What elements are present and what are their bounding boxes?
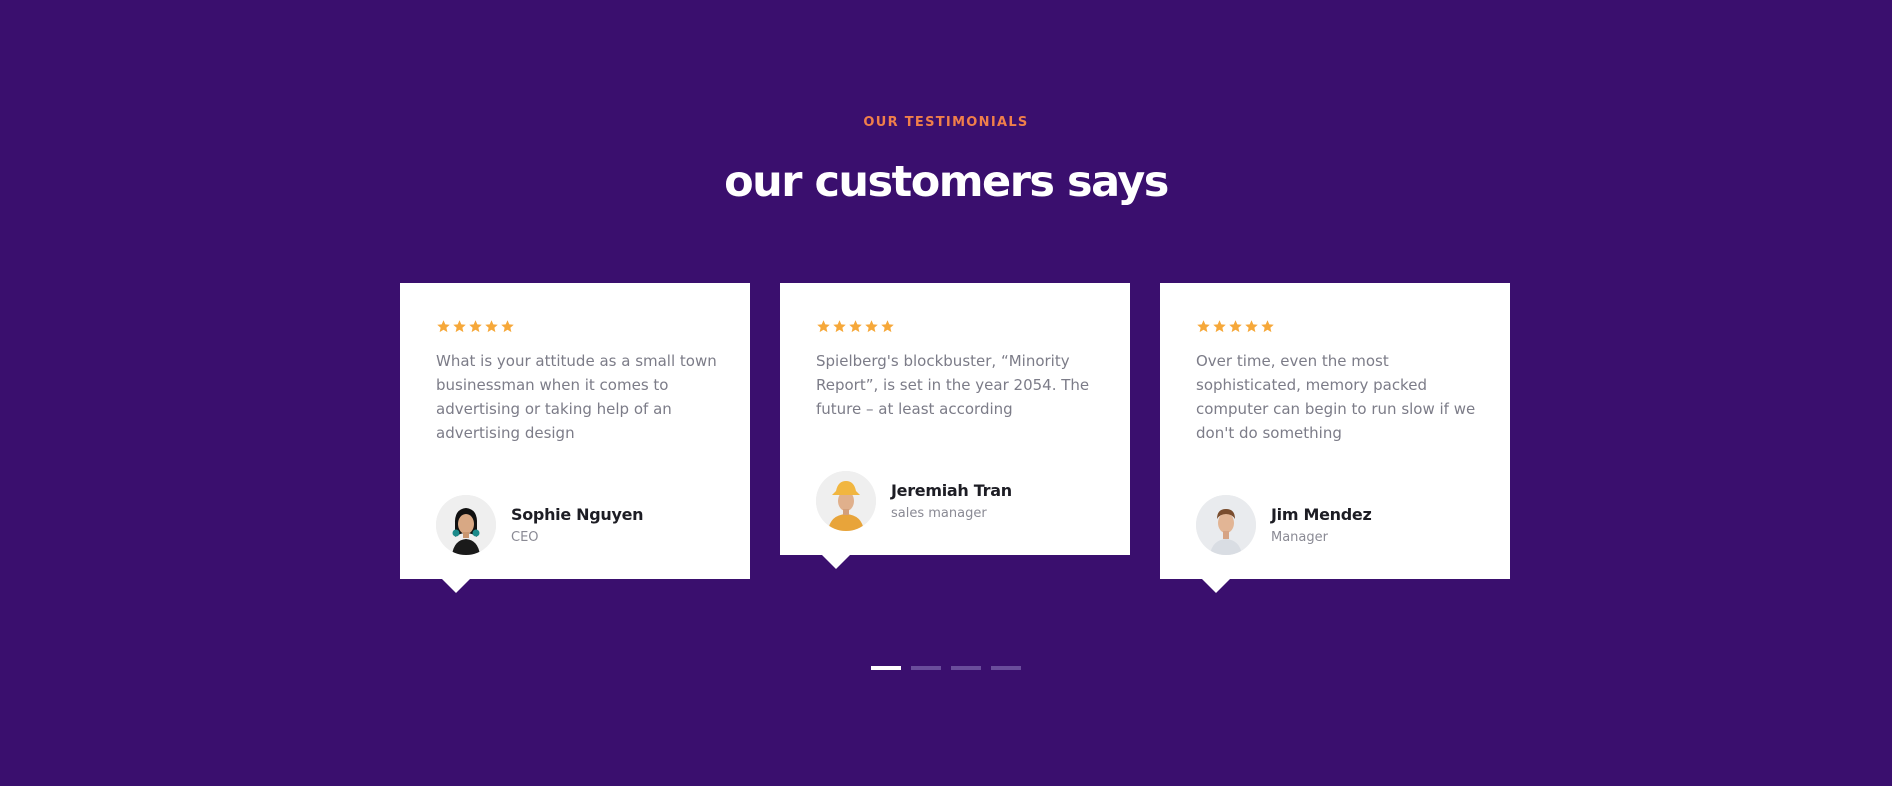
testimonial-quote: Spielberg's blockbuster, “Minority Repor… [816, 352, 1090, 418]
avatar-woman-icon [436, 495, 496, 555]
star-icon [437, 320, 450, 333]
avatar-man-icon [1196, 495, 1256, 555]
star-rating [436, 319, 515, 334]
avatar [1196, 495, 1256, 555]
star-icon [1197, 320, 1210, 333]
star-icon [485, 320, 498, 333]
star-icon [1213, 320, 1226, 333]
star-icon [469, 320, 482, 333]
avatar [816, 471, 876, 531]
pager-dot-1[interactable] [871, 666, 901, 670]
testimonial-quote: Over time, even the most sophisticated, … [1196, 352, 1476, 442]
star-icon [817, 320, 830, 333]
pager-dot-2[interactable] [911, 666, 941, 670]
star-rating [816, 319, 895, 334]
testimonial-card: Over time, even the most sophisticated, … [1160, 283, 1510, 593]
testimonial-quote: What is your attitude as a small town bu… [436, 352, 717, 442]
author-role: Manager [1271, 530, 1328, 545]
testimonial-author: Jim Mendez Manager [1196, 495, 1372, 555]
testimonial-author: Jeremiah Tran sales manager [816, 471, 1012, 531]
star-icon [833, 320, 846, 333]
author-name: Sophie Nguyen [511, 505, 644, 524]
pager-dot-3[interactable] [951, 666, 981, 670]
author-name: Jim Mendez [1271, 505, 1372, 524]
star-icon [453, 320, 466, 333]
pager-dot-4[interactable] [991, 666, 1021, 670]
testimonial-author: Sophie Nguyen CEO [436, 495, 644, 555]
star-rating [1196, 319, 1275, 334]
testimonial-card: What is your attitude as a small town bu… [400, 283, 750, 593]
carousel-pager [0, 666, 1892, 670]
star-icon [501, 320, 514, 333]
star-icon [849, 320, 862, 333]
testimonial-card: Spielberg's blockbuster, “Minority Repor… [780, 283, 1130, 569]
star-icon [1229, 320, 1242, 333]
star-icon [1261, 320, 1274, 333]
author-name: Jeremiah Tran [891, 481, 1012, 500]
author-role: CEO [511, 530, 539, 545]
star-icon [865, 320, 878, 333]
star-icon [1245, 320, 1258, 333]
section-eyebrow: OUR TESTIMONIALS [863, 115, 1029, 130]
star-icon [881, 320, 894, 333]
avatar-man-hat-icon [816, 471, 876, 531]
avatar [436, 495, 496, 555]
author-role: sales manager [891, 506, 987, 521]
section-title: our customers says [724, 157, 1169, 207]
